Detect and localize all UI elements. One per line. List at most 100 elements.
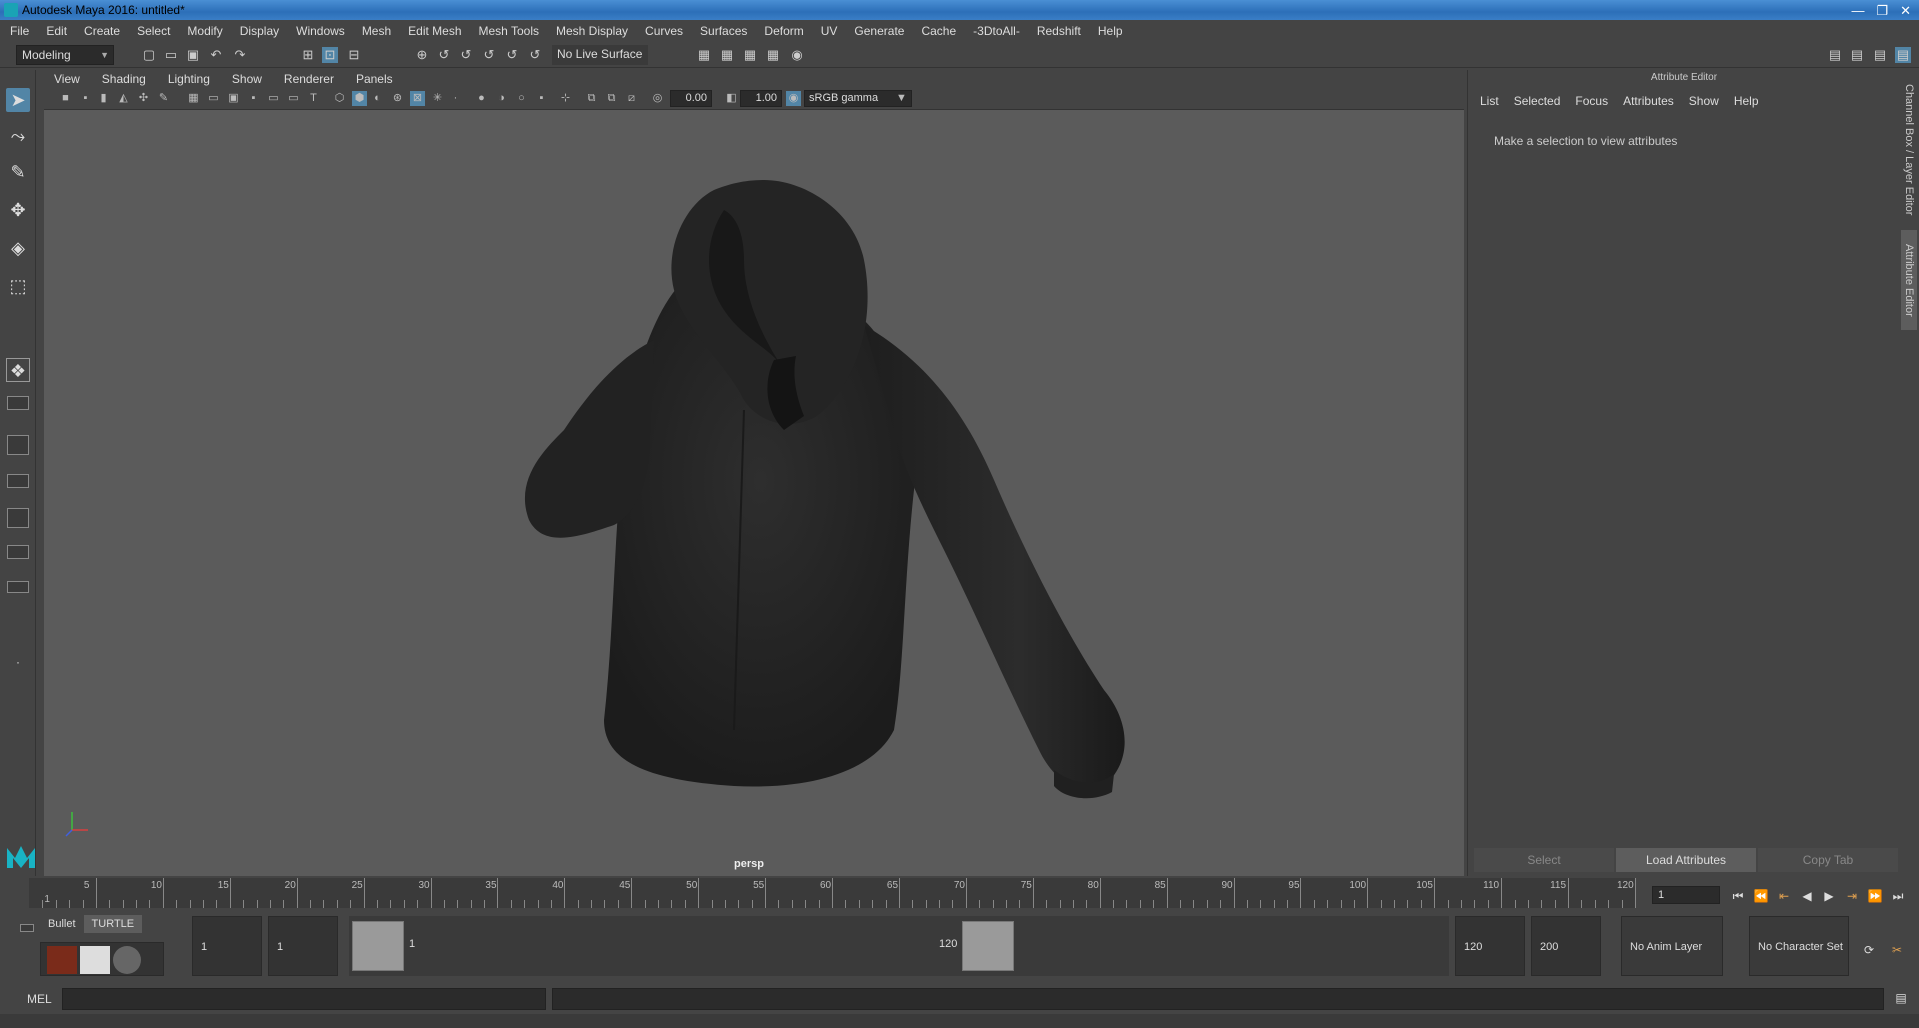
script-editor-icon[interactable]: ▤: [1892, 990, 1910, 1006]
go-to-start-icon[interactable]: ⏮: [1729, 888, 1747, 904]
hypershade-layout-icon[interactable]: [7, 545, 29, 559]
playback-start-field[interactable]: 1: [268, 916, 338, 976]
copy-tab-button[interactable]: Copy Tab: [1758, 848, 1898, 872]
wireframe-icon[interactable]: ⬡: [332, 91, 347, 106]
start-time-field[interactable]: 1: [192, 916, 262, 976]
exposure-field[interactable]: 0.00: [670, 90, 712, 107]
outliner-layout-icon[interactable]: [7, 474, 29, 488]
default-material-icon[interactable]: ◐: [370, 91, 385, 106]
vp-menu-lighting[interactable]: Lighting: [168, 72, 210, 86]
menu-uv[interactable]: UV: [821, 24, 838, 38]
film-gate-icon[interactable]: ▭: [206, 91, 221, 106]
shelf-tab-bullet[interactable]: Bullet: [40, 915, 84, 933]
render-frame-icon[interactable]: ▦: [719, 47, 735, 63]
grid-icon[interactable]: ▦: [186, 91, 201, 106]
xray-joints-icon[interactable]: ⧉: [604, 91, 619, 106]
mode-dropdown[interactable]: Modeling ▼: [16, 45, 114, 65]
ae-menu-show[interactable]: Show: [1689, 94, 1719, 108]
playback-end-field[interactable]: 120: [1455, 916, 1525, 976]
save-scene-icon[interactable]: ▣: [185, 47, 201, 63]
anim-prefs-icon[interactable]: ✂: [1888, 942, 1906, 958]
play-backwards-icon[interactable]: ◀: [1798, 888, 1816, 904]
mel-language-label[interactable]: MEL: [27, 992, 52, 1006]
range-end-handle[interactable]: [962, 921, 1014, 971]
toggle-channel-box-icon[interactable]: ▤: [1895, 47, 1911, 63]
snap-surface-icon[interactable]: ↺: [504, 47, 520, 63]
collapse-toolbox-icon[interactable]: ·: [6, 650, 30, 674]
menu-surfaces[interactable]: Surfaces: [700, 24, 747, 38]
xray-icon[interactable]: ⧉: [584, 91, 599, 106]
render-settings-icon[interactable]: ▦: [696, 47, 712, 63]
menu-redshift[interactable]: Redshift: [1037, 24, 1081, 38]
step-back-key-icon[interactable]: ⏪: [1752, 888, 1770, 904]
vp-menu-renderer[interactable]: Renderer: [284, 72, 334, 86]
select-hierarchy-icon[interactable]: ⊞: [300, 47, 316, 63]
gamma-field[interactable]: 1.00: [740, 90, 782, 107]
graph-layout-icon[interactable]: [7, 508, 29, 528]
select-camera-icon[interactable]: ■: [58, 91, 73, 106]
menu-modify[interactable]: Modify: [187, 24, 222, 38]
redo-icon[interactable]: ↷: [232, 47, 248, 63]
paint-select-tool-icon[interactable]: ✎: [6, 160, 30, 184]
textured-icon[interactable]: ⊠: [410, 91, 425, 106]
isolate-select-icon[interactable]: ⊹: [558, 91, 573, 106]
live-surface-field[interactable]: No Live Surface: [552, 45, 648, 65]
toggle-modeling-toolkit-icon[interactable]: ▤: [1827, 47, 1843, 63]
auto-key-icon[interactable]: ⟳: [1860, 942, 1878, 958]
wireframe-on-shaded-icon[interactable]: ⊛: [390, 91, 405, 106]
toggle-tool-settings-icon[interactable]: ▤: [1872, 47, 1888, 63]
menu-generate[interactable]: Generate: [854, 24, 904, 38]
vp-menu-show[interactable]: Show: [232, 72, 262, 86]
toggle-attribute-editor-icon[interactable]: ▤: [1849, 47, 1865, 63]
menu-display[interactable]: Display: [240, 24, 279, 38]
menu-mesh-display[interactable]: Mesh Display: [556, 24, 628, 38]
menu-3dtoall[interactable]: -3DtoAll-: [973, 24, 1020, 38]
range-track[interactable]: 1 120: [349, 916, 1449, 976]
multisample-aa-icon[interactable]: ○: [514, 91, 529, 106]
close-button[interactable]: ✕: [1900, 1, 1911, 21]
step-forward-frame-icon[interactable]: ⇥: [1843, 888, 1861, 904]
menu-edit-mesh[interactable]: Edit Mesh: [408, 24, 461, 38]
minimize-button[interactable]: —: [1851, 1, 1864, 21]
shelf-tab-turtle[interactable]: TURTLE: [83, 915, 143, 933]
menu-help[interactable]: Help: [1098, 24, 1123, 38]
move-tool-icon[interactable]: ✥: [6, 198, 30, 222]
step-back-frame-icon[interactable]: ⇤: [1775, 888, 1793, 904]
xray-components-icon[interactable]: ⧄: [624, 91, 639, 106]
vp-menu-shading[interactable]: Shading: [102, 72, 146, 86]
material-shelf-icon[interactable]: [80, 946, 111, 975]
shelf-menu-icon[interactable]: [20, 924, 34, 932]
ae-menu-attributes[interactable]: Attributes: [1623, 94, 1674, 108]
new-scene-icon[interactable]: ▢: [141, 47, 157, 63]
safe-action-icon[interactable]: ▭: [286, 91, 301, 106]
resolution-gate-icon[interactable]: ▣: [226, 91, 241, 106]
use-all-lights-icon[interactable]: ✳: [430, 91, 445, 106]
field-chart-icon[interactable]: ▭: [266, 91, 281, 106]
fire-shelf-icon[interactable]: [47, 946, 77, 975]
ae-menu-selected[interactable]: Selected: [1514, 94, 1561, 108]
mel-input-field[interactable]: [62, 988, 546, 1010]
snap-point-icon[interactable]: ↺: [458, 47, 474, 63]
menu-deform[interactable]: Deform: [764, 24, 803, 38]
rotate-tool-icon[interactable]: ◈: [6, 236, 30, 260]
gamma-icon[interactable]: ◧: [724, 91, 739, 106]
snap-view-icon[interactable]: ↺: [481, 47, 497, 63]
vp-menu-panels[interactable]: Panels: [356, 72, 393, 86]
3d-scene-view[interactable]: persp: [44, 110, 1464, 876]
ae-menu-list[interactable]: List: [1480, 94, 1499, 108]
menu-mesh[interactable]: Mesh: [362, 24, 391, 38]
menu-edit[interactable]: Edit: [46, 24, 67, 38]
snap-grid-icon[interactable]: ⊕: [414, 47, 430, 63]
lasso-tool-icon[interactable]: ⤳: [6, 124, 30, 148]
menu-file[interactable]: File: [10, 24, 29, 38]
menu-create[interactable]: Create: [84, 24, 120, 38]
go-to-end-icon[interactable]: ⏭: [1889, 888, 1907, 904]
ipr-render-icon[interactable]: ▦: [742, 47, 758, 63]
character-set-dropdown[interactable]: No Character Set: [1749, 916, 1849, 976]
step-forward-key-icon[interactable]: ⏩: [1866, 888, 1884, 904]
select-button[interactable]: Select: [1474, 848, 1614, 872]
snap-curve-icon[interactable]: ↺: [436, 47, 452, 63]
safe-title-icon[interactable]: T: [306, 91, 321, 106]
anim-layer-dropdown[interactable]: No Anim Layer: [1621, 916, 1723, 976]
snap-vertex-icon[interactable]: ↺: [527, 47, 543, 63]
